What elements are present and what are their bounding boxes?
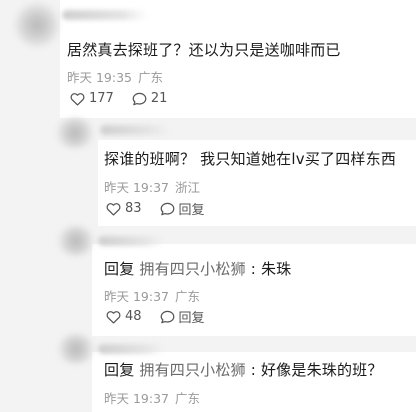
comment-text: 回复 拥有四只小松狮 : 好像是朱珠的班？ [104, 359, 383, 380]
avatar[interactable] [56, 334, 96, 364]
comment-time: 昨天 19:37 [104, 289, 169, 304]
comment-location: 广东 [138, 70, 164, 85]
heart-icon [106, 310, 121, 324]
comment-meta: 昨天 19:37 广东 [104, 388, 200, 407]
like-count: 83 [125, 201, 142, 216]
comment-actions: 83 回复 [106, 199, 223, 218]
speech-bubble-icon [160, 310, 174, 323]
avatar[interactable] [14, 2, 60, 48]
username[interactable] [100, 125, 170, 135]
comment-text: 回复 拥有四只小松狮 : 朱珠 [104, 258, 291, 279]
reply-count-button[interactable]: 21 [132, 91, 168, 106]
heart-icon [106, 202, 121, 216]
comment-text: 居然真去探班了？还以为只是送咖啡而已 [67, 41, 341, 59]
mention-separator: : [245, 260, 261, 278]
comment-text: 探谁的班啊？ 我只知道她在lv买了四样东西 [104, 150, 397, 168]
mention-link[interactable]: 拥有四只小松狮 [139, 260, 245, 278]
comment-time: 昨天 19:37 [104, 180, 169, 195]
reply-label: 回复 [178, 203, 205, 218]
comment-time: 昨天 19:37 [104, 391, 169, 406]
avatar[interactable] [56, 226, 96, 256]
comment-meta: 昨天 19:35 广东 [67, 67, 163, 86]
like-button[interactable]: 177 [70, 91, 114, 106]
reply-prefix: 回复 [104, 361, 135, 379]
comment-location: 广东 [175, 391, 201, 406]
comment-location: 浙江 [175, 180, 201, 195]
username[interactable] [98, 344, 164, 354]
avatar[interactable] [54, 118, 96, 148]
comment-time: 昨天 19:35 [67, 70, 132, 85]
like-button[interactable]: 83 [106, 201, 142, 216]
comment-body: 好像是朱珠的班？ [260, 361, 383, 379]
mention-link[interactable]: 拥有四只小松狮 [139, 361, 245, 379]
comment-actions: 177 21 [70, 91, 185, 106]
comment-meta: 昨天 19:37 浙江 [104, 177, 200, 196]
reply-prefix: 回复 [104, 260, 135, 278]
reply-button[interactable]: 回复 [160, 307, 205, 326]
reply-button[interactable]: 回复 [160, 199, 205, 218]
comment-actions: 48 回复 [106, 307, 223, 326]
like-count: 177 [89, 91, 114, 106]
like-button[interactable]: 48 [106, 309, 142, 324]
speech-bubble-icon [160, 202, 174, 215]
username[interactable] [98, 236, 164, 246]
speech-bubble-icon [132, 92, 147, 105]
comment-meta: 昨天 19:37 广东 [104, 286, 200, 305]
heart-icon [70, 92, 85, 106]
username[interactable] [62, 10, 148, 20]
reply-label: 回复 [178, 311, 205, 326]
comment-location: 广东 [175, 289, 201, 304]
mention-separator: : [245, 361, 261, 379]
like-count: 48 [125, 309, 142, 324]
reply-count: 21 [150, 91, 168, 106]
comment-body: 朱珠 [260, 260, 292, 278]
